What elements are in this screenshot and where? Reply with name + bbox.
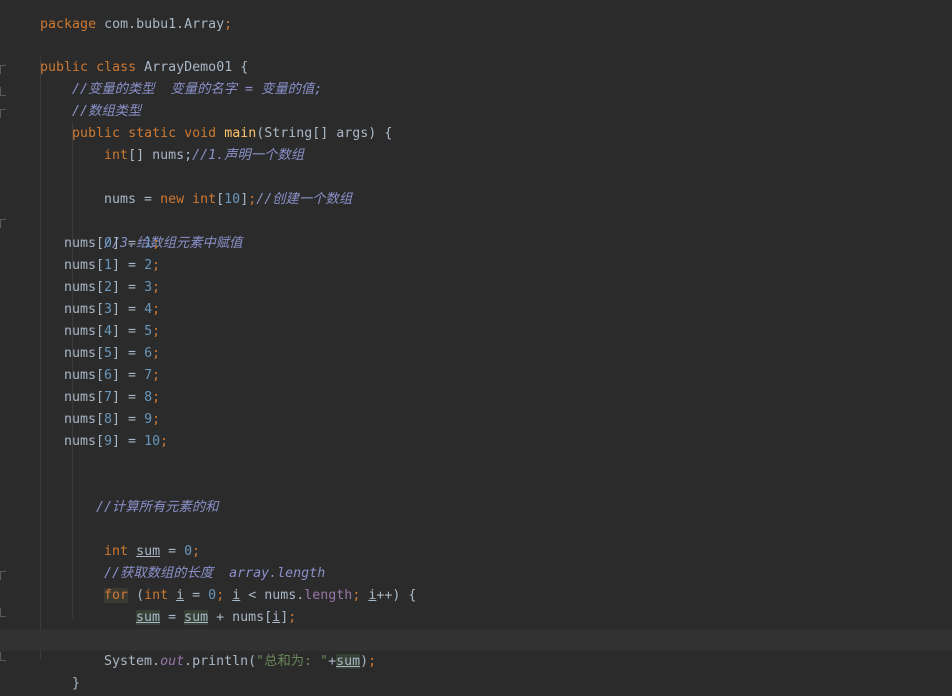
- code-line-assign[interactable]: nums[7] = 8;: [0, 387, 952, 409]
- number: 2: [104, 280, 113, 295]
- keyword: int: [104, 148, 129, 163]
- comment: //创建一个数组: [256, 192, 353, 207]
- code-line-comment[interactable]: //获取数组的长度 array.length: [0, 541, 952, 581]
- code-line-comment[interactable]: //计算所有元素的和: [0, 475, 952, 515]
- number: 5: [144, 324, 153, 339]
- code-line-comment[interactable]: //数组类型: [0, 79, 952, 119]
- code-line-assign[interactable]: nums[1] = 2;: [0, 255, 952, 277]
- code-line-assign[interactable]: nums[6] = 7;: [0, 365, 952, 387]
- code-line-brace[interactable]: }: [0, 607, 952, 647]
- code-line-sum-decl[interactable]: int sum = 0;: [0, 519, 952, 559]
- code-text: [] nums;: [128, 148, 193, 163]
- number: 6: [144, 346, 153, 361]
- code-line-assign[interactable]: nums[8] = 9;: [0, 409, 952, 431]
- semicolon: ;: [152, 302, 161, 317]
- keyword: int: [192, 192, 217, 207]
- semicolon: ;: [152, 346, 161, 361]
- semicolon: ;: [152, 324, 161, 339]
- number: 8: [104, 412, 113, 427]
- code-line-assign[interactable]: nums[2] = 3;: [0, 277, 952, 299]
- code-line-create[interactable]: nums = new int[10];//创建一个数组: [0, 167, 952, 207]
- number: 3: [104, 302, 113, 317]
- code-line-package[interactable]: package com.bubu1.Array;: [0, 0, 952, 32]
- code-line-for[interactable]: for (int i = 0; i < nums.length; i++) {: [0, 563, 952, 603]
- number: 1: [104, 258, 113, 273]
- semicolon: ;: [152, 368, 161, 383]
- semicolon: ;: [152, 280, 161, 295]
- semicolon: ;: [152, 412, 161, 427]
- semicolon: ;: [152, 236, 161, 251]
- code-line-brace[interactable]: }: [0, 651, 952, 691]
- number: 4: [104, 324, 113, 339]
- number: 2: [144, 258, 153, 273]
- code-line-assign[interactable]: nums[0] = 1;: [0, 233, 952, 255]
- number: 0: [104, 236, 113, 251]
- comment: //计算所有元素的和: [96, 500, 219, 515]
- code-line-assign[interactable]: nums[5] = 6;: [0, 343, 952, 365]
- number: 7: [144, 368, 153, 383]
- code-line-assign[interactable]: nums[4] = 5;: [0, 321, 952, 343]
- keyword: new: [160, 192, 185, 207]
- code-line-assign[interactable]: nums[3] = 4;: [0, 299, 952, 321]
- number: 10: [144, 434, 161, 449]
- code-line-declare[interactable]: int[] nums;//1.声明一个数组: [0, 123, 952, 163]
- package-name: com.bubu1.Array: [96, 17, 225, 32]
- code-line-class[interactable]: public class ArrayDemo01 {: [0, 35, 952, 75]
- number: 1: [144, 236, 153, 251]
- code-line-assign[interactable]: nums[9] = 10;: [0, 431, 952, 453]
- code-line-sum-add[interactable]: sum = sum + nums[i];: [0, 585, 952, 625]
- brace: }: [72, 676, 81, 691]
- code-text: nums =: [104, 192, 161, 207]
- comment: //1.声明一个数组: [192, 148, 304, 163]
- number: 6: [104, 368, 113, 383]
- semicolon: ;: [152, 390, 161, 405]
- number: 10: [224, 192, 241, 207]
- number: 8: [144, 390, 153, 405]
- code-editor[interactable]: package com.bubu1.Array; public class Ar…: [0, 0, 952, 696]
- number: 3: [144, 280, 153, 295]
- number: 9: [144, 412, 153, 427]
- semicolon: ;: [160, 434, 169, 449]
- code-line-println[interactable]: System.out.println("总和为: "+sum);: [0, 629, 952, 669]
- keyword: package: [40, 17, 97, 32]
- number: 9: [104, 434, 113, 449]
- number: 5: [104, 346, 113, 361]
- number: 4: [144, 302, 153, 317]
- semicolon: ;: [224, 17, 233, 32]
- code-line-comment[interactable]: //3.给数组元素中赋值: [0, 211, 952, 251]
- number: 7: [104, 390, 113, 405]
- semicolon: ;: [152, 258, 161, 273]
- code-line-main[interactable]: public static void main(String[] args) {: [0, 101, 952, 141]
- code-line-comment[interactable]: //变量的类型 变量的名字 = 变量的值;: [0, 57, 952, 97]
